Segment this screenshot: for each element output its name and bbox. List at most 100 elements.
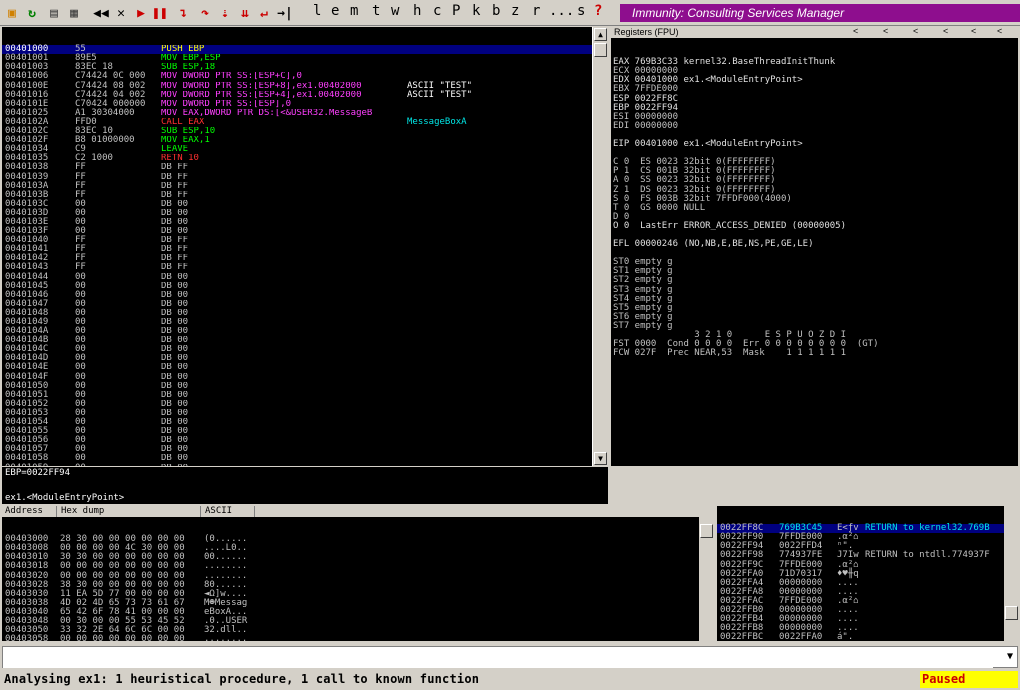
go-to-icon[interactable]: →| — [276, 4, 294, 22]
scroll-thumb[interactable] — [594, 43, 607, 57]
register-nav-arrow[interactable]: < — [997, 26, 1002, 36]
disasm-row[interactable]: 00401038 FF DB FF — [2, 163, 592, 172]
disasm-row[interactable]: 0040104B 00 DB 00 — [2, 336, 592, 345]
disasm-row[interactable]: 0040103A FF DB FF — [2, 181, 592, 191]
disassembly-pane[interactable]: 00401000 55 PUSH EBP 00401001 89E5 MOV EBP,ES… — [2, 27, 592, 466]
disasm-row[interactable]: 0040103E 00 DB 00 — [2, 217, 592, 227]
dump-col-hex[interactable]: Hex dump — [58, 506, 201, 517]
disasm-row[interactable]: 0040104C 00 DB 00 — [2, 345, 592, 354]
dump-pane[interactable]: 00403000 28 30 00 00 00 00 00 00 (0...... 0… — [2, 517, 699, 641]
disasm-instruction: DB 00 — [161, 381, 189, 391]
toolbar-letter-h[interactable]: h — [413, 3, 421, 21]
disasm-row[interactable]: 0040103F 00 DB 00 — [2, 226, 592, 236]
disasm-row[interactable]: 00401042 FF DB FF — [2, 254, 592, 263]
disasm-row[interactable]: 0040104F 00 DB 00 — [2, 372, 592, 382]
run-icon[interactable]: ▶ — [134, 4, 148, 22]
dump-col-address[interactable]: Address — [2, 506, 57, 517]
disasm-row[interactable]: 0040103B FF DB FF — [2, 190, 592, 200]
disasm-instruction: DB 00 — [161, 372, 189, 382]
window-icon[interactable]: ▦ — [66, 4, 82, 22]
disasm-row[interactable]: 00401040 FF DB FF — [2, 236, 592, 245]
dump-row[interactable]: 00403058 00 00 00 00 00 00 00 00........ — [2, 635, 699, 641]
dump-col-ascii[interactable]: ASCII — [202, 506, 255, 517]
disasm-row[interactable]: 00401051 00 DB 00 — [2, 390, 592, 400]
toolbar-letter-s[interactable]: s — [577, 3, 585, 21]
step-over-icon[interactable]: ↷ — [197, 4, 213, 22]
disasm-row[interactable]: 00401048 00 DB 00 — [2, 308, 592, 318]
disasm-row[interactable]: 00401052 00 DB 00 — [2, 399, 592, 409]
pause-icon[interactable]: ❚❚ — [152, 4, 168, 22]
register-nav-arrow[interactable]: < — [853, 26, 858, 36]
disasm-row[interactable]: 00401049 00 DB 00 — [2, 317, 592, 327]
close-icon[interactable]: ✕ — [114, 4, 128, 22]
register-nav-arrow[interactable]: < — [971, 26, 976, 36]
step-into-icon[interactable]: ↴ — [175, 4, 191, 22]
disasm-instruction: DB 00 — [161, 336, 189, 346]
disasm-comment: ASCII "TEST" — [407, 89, 473, 100]
toolbar-letter-c[interactable]: c — [433, 3, 441, 21]
disasm-row[interactable]: 00401059 00 DB 00 — [2, 463, 592, 466]
disasm-row[interactable]: 00401035 C2 1000 RETN 10 — [2, 154, 592, 163]
toolbar-letter-m[interactable]: m — [350, 3, 358, 21]
stack-row[interactable]: 0022FFBC 0022FFA0 á". — [717, 633, 1004, 641]
open-icon[interactable]: ▣ — [4, 4, 20, 22]
toolbar-letter-r[interactable]: r — [532, 3, 540, 21]
scroll-up-icon[interactable]: ▲ — [594, 28, 607, 41]
toolbar-letter-e[interactable]: e — [331, 3, 339, 21]
disasm-row[interactable]: 00401058 00 DB 00 — [2, 454, 592, 463]
disasm-row[interactable]: 00401046 00 DB 00 — [2, 290, 592, 300]
help-icon[interactable]: ? — [594, 3, 602, 21]
toolbar-ellipsis[interactable]: ... — [549, 3, 574, 21]
command-input[interactable] — [3, 649, 993, 668]
disasm-row[interactable]: 0040104A 00 DB 00 — [2, 326, 592, 336]
toolbar-letter-t[interactable]: t — [372, 3, 380, 21]
stack-scrollbar[interactable] — [1004, 506, 1020, 641]
toolbar-letter-z[interactable]: z — [511, 3, 519, 21]
dump-scrollbar[interactable] — [699, 506, 715, 641]
disasm-instruction: DB 00 — [161, 418, 189, 428]
disasm-instruction: DB FF — [161, 172, 189, 182]
disasm-row[interactable]: 00401045 00 DB 00 — [2, 281, 592, 291]
register-nav-arrow[interactable]: < — [883, 26, 888, 36]
execute-till-return-icon[interactable]: ↵ — [256, 4, 272, 22]
register-nav-arrow[interactable]: < — [943, 26, 948, 36]
toolbar-letter-l[interactable]: l — [313, 3, 321, 21]
disasm-row[interactable]: 00401056 00 DB 00 — [2, 436, 592, 445]
close-file-icon[interactable]: ▤ — [46, 4, 62, 22]
disassembly-scrollbar[interactable]: ▲ ▼ — [592, 27, 608, 466]
disasm-row[interactable]: 0040103C 00 DB 00 — [2, 199, 592, 209]
chevron-down-icon[interactable]: ▼ — [1007, 651, 1013, 662]
register-line: T 0 GS 0000 NULL — [613, 202, 706, 213]
trace-into-icon[interactable]: ⇣ — [217, 4, 233, 22]
trace-over-icon[interactable]: ⇊ — [237, 4, 253, 22]
registers-pane[interactable]: EAX 769B3C33 kernel32.BaseThreadInitThun… — [611, 38, 1018, 466]
disasm-row[interactable]: 00401043 FF DB FF — [2, 263, 592, 272]
restart-icon[interactable]: ↻ — [22, 4, 42, 22]
disasm-row[interactable]: 0040104D 00 DB 00 — [2, 354, 592, 363]
disasm-row[interactable]: 00401053 00 DB 00 — [2, 408, 592, 418]
disasm-row[interactable]: 0040104E 00 DB 00 — [2, 363, 592, 372]
rewind-icon[interactable]: ◀◀ — [92, 4, 110, 22]
toolbar-letter-k[interactable]: k — [472, 3, 480, 21]
toolbar-letter-w[interactable]: w — [391, 3, 399, 21]
register-nav-arrow[interactable]: < — [913, 26, 918, 36]
toolbar-letter-b[interactable]: b — [492, 3, 500, 21]
command-bar[interactable]: ▼ — [2, 646, 1018, 668]
disasm-row[interactable]: 00401050 00 DB 00 — [2, 381, 592, 391]
disasm-row[interactable]: 0040103D 00 DB 00 — [2, 208, 592, 218]
disasm-row[interactable]: 0040102F B8 01000000 MOV EAX,1 — [2, 136, 592, 145]
disasm-row[interactable]: 00401055 00 DB 00 — [2, 427, 592, 436]
scroll-thumb[interactable] — [700, 524, 713, 538]
disasm-row[interactable]: 00401057 00 DB 00 — [2, 445, 592, 454]
disasm-row[interactable]: 00401047 00 DB 00 — [2, 299, 592, 309]
toolbar-letter-p[interactable]: P — [452, 3, 460, 21]
scroll-down-icon[interactable]: ▼ — [594, 452, 607, 465]
disasm-row[interactable]: 00401041 FF DB FF — [2, 245, 592, 254]
register-lines: EAX 769B3C33 kernel32.BaseThreadInitThun… — [611, 56, 1018, 358]
disasm-row[interactable]: 00401044 00 DB 00 — [2, 272, 592, 282]
stack-pane[interactable]: 0022FF8C 769B3C45 E<ƒv RETURN to kernel32.7… — [717, 506, 1004, 641]
disasm-row[interactable]: 00401054 00 DB 00 — [2, 417, 592, 428]
disasm-row[interactable]: 00401039 FF DB FF — [2, 172, 592, 182]
register-line: ST5 empty g — [613, 302, 673, 313]
scroll-thumb[interactable] — [1005, 606, 1018, 620]
